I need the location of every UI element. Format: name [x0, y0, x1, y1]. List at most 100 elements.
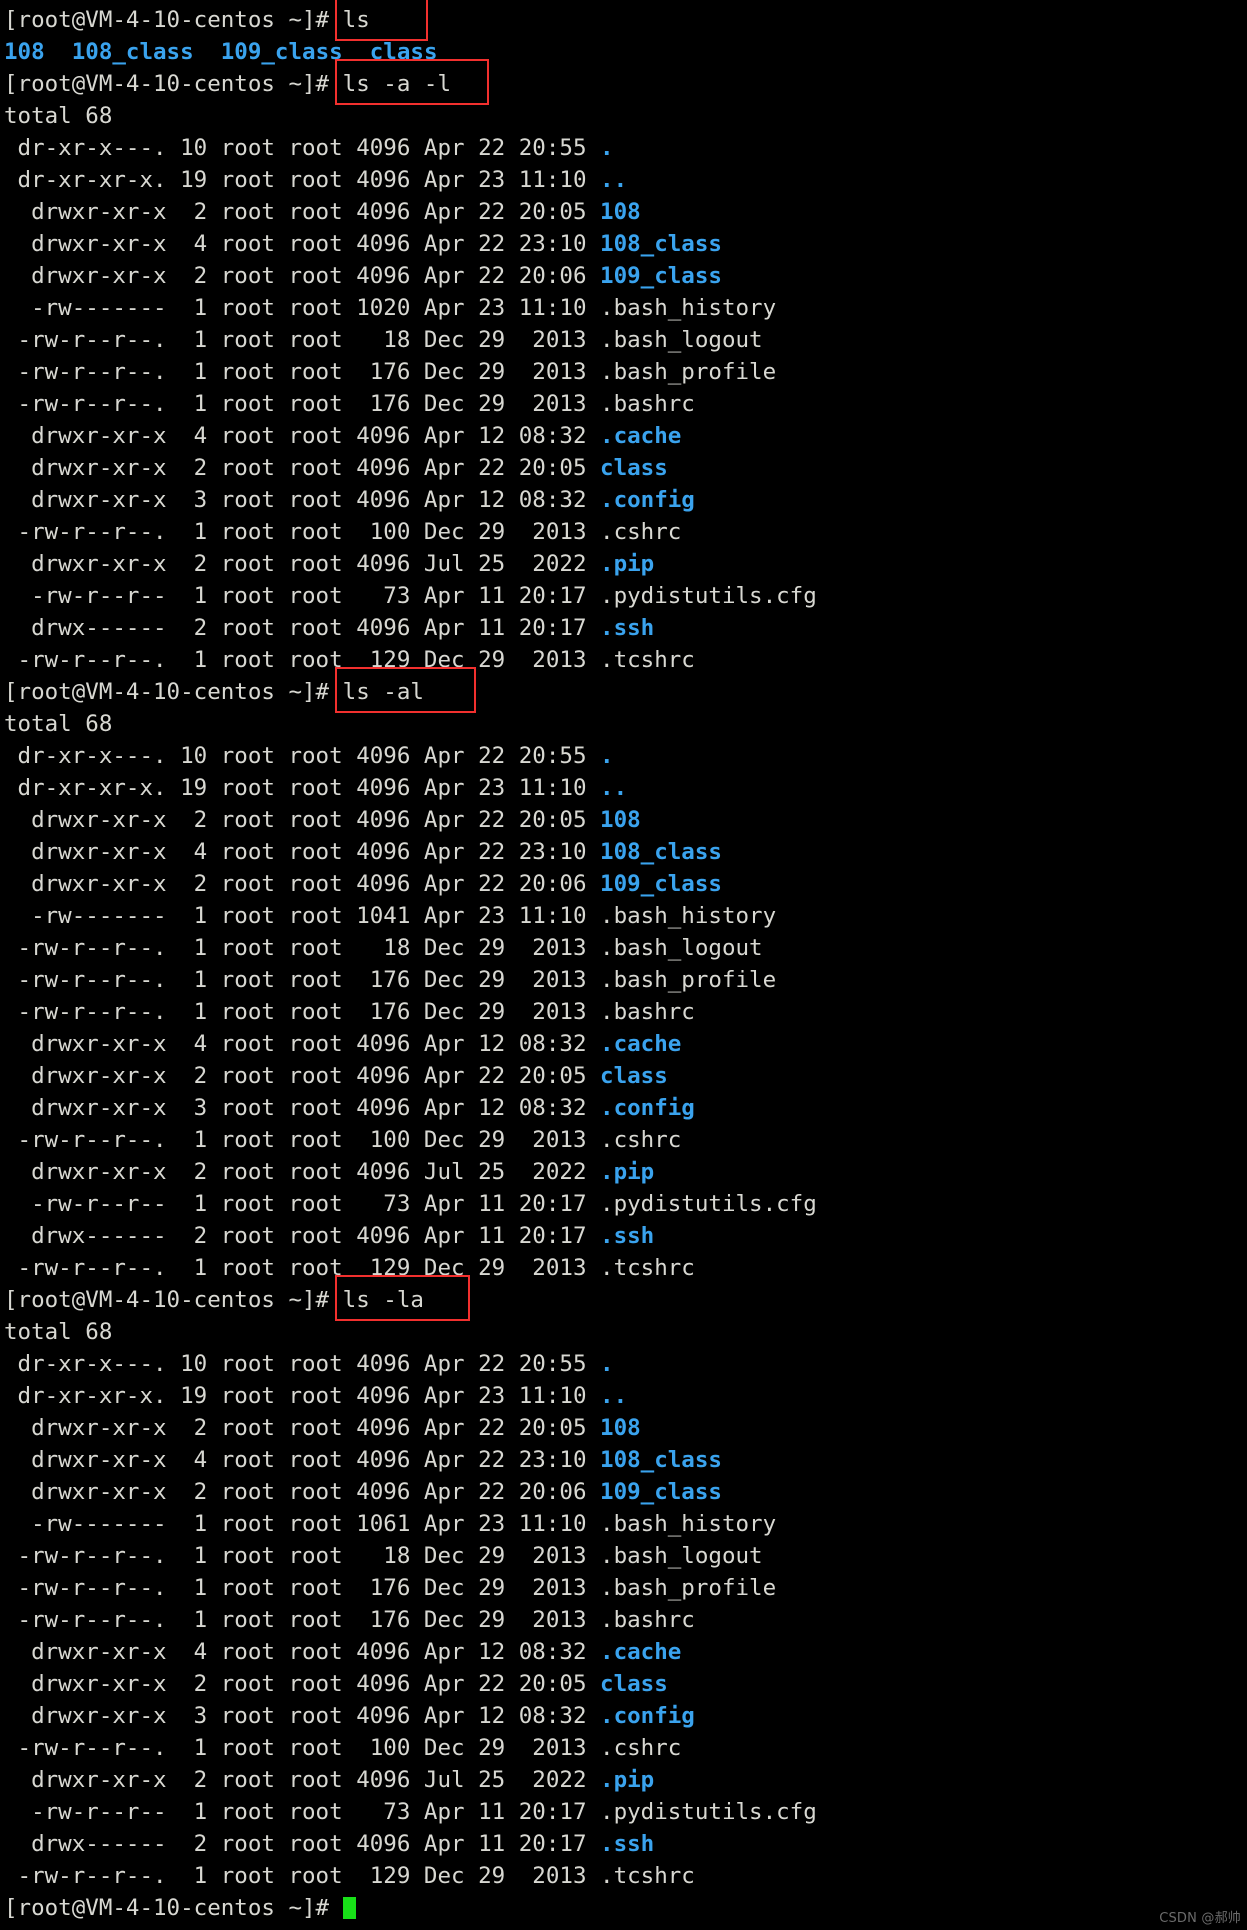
- file-name: .pydistutils.cfg: [600, 583, 817, 609]
- file-metadata: dr-xr-xr-x. 19 root root 4096 Apr 23 11:…: [4, 775, 601, 801]
- file-name: .bashrc: [600, 1607, 695, 1633]
- file-name: 108_class: [600, 1447, 722, 1473]
- file-metadata: drwxr-xr-x 4 root root 4096 Apr 22 23:10: [4, 839, 601, 865]
- ls-long-row: drwxr-xr-x 3 root root 4096 Apr 12 08:32…: [4, 1092, 1247, 1124]
- file-name: .cshrc: [600, 519, 682, 545]
- file-metadata: drwxr-xr-x 3 root root 4096 Apr 12 08:32: [4, 487, 601, 513]
- ls-long-row: drwx------ 2 root root 4096 Apr 11 20:17…: [4, 1220, 1247, 1252]
- ls-long-row: drwxr-xr-x 2 root root 4096 Apr 22 20:06…: [4, 1476, 1247, 1508]
- terminal-window[interactable]: [root@VM-4-10-centos ~]# ls 108 108_class…: [0, 0, 1247, 1930]
- file-name: .cache: [600, 423, 682, 449]
- command-prompt-line[interactable]: [root@VM-4-10-centos ~]# ls -al: [4, 667, 1247, 713]
- ls-long-row: drwxr-xr-x 2 root root 4096 Apr 22 20:05…: [4, 452, 1247, 484]
- ls-long-row: drwxr-xr-x 2 root root 4096 Apr 22 20:05…: [4, 1060, 1247, 1092]
- file-metadata: dr-xr-x---. 10 root root 4096 Apr 22 20:…: [4, 135, 601, 161]
- file-name: 109_class: [600, 1479, 722, 1505]
- ls-names-line: 108 108_class 109_class class: [4, 36, 1247, 68]
- file-name: 109_class: [220, 39, 343, 65]
- file-name: .config: [600, 487, 695, 513]
- typed-command[interactable]: ls -la: [334, 1275, 471, 1321]
- file-name: .: [600, 135, 614, 161]
- ls-long-row: dr-xr-x---. 10 root root 4096 Apr 22 20:…: [4, 740, 1247, 772]
- ls-long-row: -rw-r--r--. 1 root root 18 Dec 29 2013 .…: [4, 324, 1247, 356]
- command-prompt-line[interactable]: [root@VM-4-10-centos ~]# ls: [4, 0, 1247, 41]
- final-prompt-line[interactable]: [root@VM-4-10-centos ~]#: [4, 1892, 1247, 1924]
- ls-long-row: drwxr-xr-x 2 root root 4096 Jul 25 2022 …: [4, 548, 1247, 580]
- ls-long-row: drwxr-xr-x 2 root root 4096 Apr 22 20:05…: [4, 196, 1247, 228]
- file-name: .cache: [600, 1031, 682, 1057]
- file-metadata: drwxr-xr-x 4 root root 4096 Apr 12 08:32: [4, 1639, 601, 1665]
- file-name: .bash_history: [600, 1511, 777, 1537]
- file-metadata: drwxr-xr-x 2 root root 4096 Apr 22 20:06: [4, 263, 601, 289]
- file-name: 108_class: [600, 231, 722, 257]
- ls-long-row: -rw-r--r-- 1 root root 73 Apr 11 20:17 .…: [4, 1796, 1247, 1828]
- ls-long-row: dr-xr-xr-x. 19 root root 4096 Apr 23 11:…: [4, 1380, 1247, 1412]
- shell-prompt: [root@VM-4-10-centos ~]#: [4, 1895, 343, 1921]
- terminal-output-area[interactable]: [root@VM-4-10-centos ~]# ls 108 108_class…: [4, 0, 1247, 1924]
- typed-command[interactable]: ls -a -l: [334, 59, 490, 105]
- ls-long-row: -rw-r--r--. 1 root root 129 Dec 29 2013 …: [4, 644, 1247, 676]
- ls-total-line: total 68: [4, 103, 113, 129]
- file-metadata: -rw-r--r--. 1 root root 176 Dec 29 2013: [4, 1575, 601, 1601]
- file-metadata: drwx------ 2 root root 4096 Apr 11 20:17: [4, 615, 601, 641]
- file-metadata: -rw------- 1 root root 1041 Apr 23 11:10: [4, 903, 601, 929]
- file-metadata: dr-xr-x---. 10 root root 4096 Apr 22 20:…: [4, 1351, 601, 1377]
- file-name: 108: [600, 1415, 641, 1441]
- watermark-text: CSDN @郝帅: [1159, 1911, 1241, 1926]
- ls-long-row: drwxr-xr-x 4 root root 4096 Apr 22 23:10…: [4, 836, 1247, 868]
- file-metadata: -rw-r--r--. 1 root root 100 Dec 29 2013: [4, 1735, 601, 1761]
- file-name: .ssh: [600, 1831, 655, 1857]
- file-metadata: drwx------ 2 root root 4096 Apr 11 20:17: [4, 1831, 601, 1857]
- file-metadata: -rw-r--r-- 1 root root 73 Apr 11 20:17: [4, 583, 601, 609]
- file-metadata: -rw-r--r--. 1 root root 100 Dec 29 2013: [4, 1127, 601, 1153]
- file-metadata: drwxr-xr-x 2 root root 4096 Apr 22 20:06: [4, 1479, 601, 1505]
- file-metadata: dr-xr-xr-x. 19 root root 4096 Apr 23 11:…: [4, 1383, 601, 1409]
- file-name: .config: [600, 1703, 695, 1729]
- file-name: .bash_profile: [600, 967, 777, 993]
- file-name: .: [600, 1351, 614, 1377]
- file-metadata: drwxr-xr-x 4 root root 4096 Apr 22 23:10: [4, 1447, 601, 1473]
- file-name: class: [369, 39, 438, 65]
- ls-long-row: -rw------- 1 root root 1061 Apr 23 11:10…: [4, 1508, 1247, 1540]
- file-name: .tcshrc: [600, 1255, 695, 1281]
- file-name: .config: [600, 1095, 695, 1121]
- ls-long-row: -rw-r--r--. 1 root root 100 Dec 29 2013 …: [4, 1732, 1247, 1764]
- ls-long-row: drwxr-xr-x 4 root root 4096 Apr 12 08:32…: [4, 1636, 1247, 1668]
- file-name: 108_class: [600, 839, 722, 865]
- command-prompt-line[interactable]: [root@VM-4-10-centos ~]# ls -a -l: [4, 59, 1247, 105]
- ls-long-row: -rw------- 1 root root 1020 Apr 23 11:10…: [4, 292, 1247, 324]
- file-metadata: drwxr-xr-x 3 root root 4096 Apr 12 08:32: [4, 1703, 601, 1729]
- typed-command[interactable]: ls -al: [334, 667, 477, 713]
- file-name: .pip: [600, 551, 655, 577]
- ls-long-row: -rw-r--r--. 1 root root 100 Dec 29 2013 …: [4, 516, 1247, 548]
- file-metadata: -rw-r--r--. 1 root root 129 Dec 29 2013: [4, 1863, 601, 1889]
- file-name: .bash_history: [600, 903, 777, 929]
- shell-prompt: [root@VM-4-10-centos ~]#: [4, 679, 343, 705]
- file-metadata: drwxr-xr-x 3 root root 4096 Apr 12 08:32: [4, 1095, 601, 1121]
- file-name: .bash_logout: [600, 935, 763, 961]
- file-metadata: -rw------- 1 root root 1061 Apr 23 11:10: [4, 1511, 601, 1537]
- file-name: class: [600, 455, 668, 481]
- ls-long-row: -rw-r--r--. 1 root root 129 Dec 29 2013 …: [4, 1860, 1247, 1892]
- file-metadata: drwxr-xr-x 2 root root 4096 Apr 22 20:05: [4, 1063, 601, 1089]
- file-metadata: -rw-r--r-- 1 root root 73 Apr 11 20:17: [4, 1799, 601, 1825]
- file-metadata: -rw-r--r--. 1 root root 176 Dec 29 2013: [4, 1607, 601, 1633]
- ls-long-row: -rw------- 1 root root 1041 Apr 23 11:10…: [4, 900, 1247, 932]
- file-metadata: -rw------- 1 root root 1020 Apr 23 11:10: [4, 295, 601, 321]
- file-metadata: drwxr-xr-x 2 root root 4096 Apr 22 20:05: [4, 807, 601, 833]
- command-prompt-line[interactable]: [root@VM-4-10-centos ~]# ls -la: [4, 1275, 1247, 1321]
- file-name: 108: [4, 39, 45, 65]
- shell-prompt: [root@VM-4-10-centos ~]#: [4, 71, 343, 97]
- file-metadata: drwx------ 2 root root 4096 Apr 11 20:17: [4, 1223, 601, 1249]
- typed-command[interactable]: ls: [334, 0, 429, 41]
- file-name: 108: [600, 807, 641, 833]
- file-name: .tcshrc: [600, 647, 695, 673]
- file-name: .bash_profile: [600, 1575, 777, 1601]
- ls-long-row: drwxr-xr-x 2 root root 4096 Apr 22 20:05…: [4, 1412, 1247, 1444]
- file-name: .pip: [600, 1159, 655, 1185]
- ls-long-row: -rw-r--r--. 1 root root 176 Dec 29 2013 …: [4, 388, 1247, 420]
- file-name: .pip: [600, 1767, 655, 1793]
- ls-long-row: -rw-r--r--. 1 root root 176 Dec 29 2013 …: [4, 964, 1247, 996]
